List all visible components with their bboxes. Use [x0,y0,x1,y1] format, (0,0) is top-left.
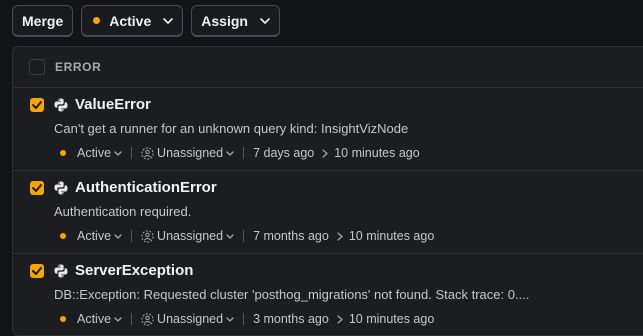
assign-button-label: Assign [201,12,248,29]
unassigned-user-icon [141,146,154,160]
issue-assignee[interactable]: Unassigned [157,146,223,160]
status-dot-icon [60,150,66,156]
issue-assignee[interactable]: Unassigned [157,312,223,326]
python-icon [54,181,68,195]
issue-meta: Active Unassigned 7 months ago 10 minute… [60,228,434,244]
column-header-error: ERROR [55,60,102,74]
issue-row[interactable]: ServerException DB::Exception: Requested… [13,254,643,335]
issue-description: DB::Exception: Requested cluster 'postho… [54,287,530,302]
assign-dropdown[interactable]: Assign [191,5,280,37]
issue-first-seen: 7 months ago [253,229,329,243]
issue-title[interactable]: ServerException [75,262,193,279]
issue-assignee[interactable]: Unassigned [157,229,223,243]
issue-meta: Active Unassigned 3 months ago 10 minute… [60,311,434,327]
python-icon [54,98,68,112]
unassigned-user-icon [141,229,154,243]
chevron-down-icon [163,16,174,26]
chevron-right-icon [337,231,343,241]
divider [243,147,245,159]
status-dot-icon [60,316,66,322]
chevron-right-icon [322,148,329,158]
divider [131,147,133,159]
issue-status[interactable]: Active [77,146,111,160]
row-checkbox[interactable] [30,264,44,278]
issue-status[interactable]: Active [77,229,111,243]
chevron-down-icon [226,315,234,323]
issue-description: Authentication required. [54,204,192,219]
issue-row[interactable]: ValueError Can't get a runner for an unk… [13,88,643,171]
issue-meta: Active Unassigned 7 days ago 10 minutes … [60,145,420,161]
issue-title[interactable]: ValueError [75,96,151,113]
list-header: ERROR [13,47,643,88]
chevron-right-icon [337,314,343,324]
checkmark-icon [32,101,42,109]
chevron-down-icon [226,149,234,157]
select-all-checkbox[interactable] [29,59,45,75]
chevron-down-icon [114,315,122,323]
issues-list: ERROR ValueError Can't get a runner for … [12,46,643,336]
status-filter-label: Active [109,12,152,29]
status-dot-icon [60,233,66,239]
issue-last-seen: 10 minutes ago [348,312,435,326]
chevron-down-icon [260,16,270,26]
checkmark-icon [32,184,42,192]
issue-first-seen: 3 months ago [253,312,329,326]
issue-last-seen: 10 minutes ago [348,229,435,243]
issue-first-seen: 7 days ago [253,146,315,160]
unassigned-user-icon [141,312,154,326]
divider [131,313,133,325]
issue-title[interactable]: AuthenticationError [75,179,217,196]
issue-status[interactable]: Active [77,312,111,326]
checkmark-icon [32,267,42,275]
chevron-down-icon [114,232,122,240]
python-icon [54,264,68,278]
merge-button[interactable]: Merge [12,5,74,37]
toolbar: Merge Active Assign [12,5,280,37]
merge-button-label: Merge [22,12,64,29]
issue-description: Can't get a runner for an unknown query … [54,121,409,136]
divider [131,230,133,242]
chevron-down-icon [114,149,122,157]
issue-row[interactable]: AuthenticationError Authentication requi… [13,171,643,254]
status-dot-icon [93,17,101,24]
row-checkbox[interactable] [30,181,44,195]
issue-last-seen: 10 minutes ago [334,146,420,160]
row-checkbox[interactable] [30,98,44,112]
divider [243,313,245,325]
divider [243,230,245,242]
chevron-down-icon [226,232,234,240]
status-filter-dropdown[interactable]: Active [81,5,184,37]
